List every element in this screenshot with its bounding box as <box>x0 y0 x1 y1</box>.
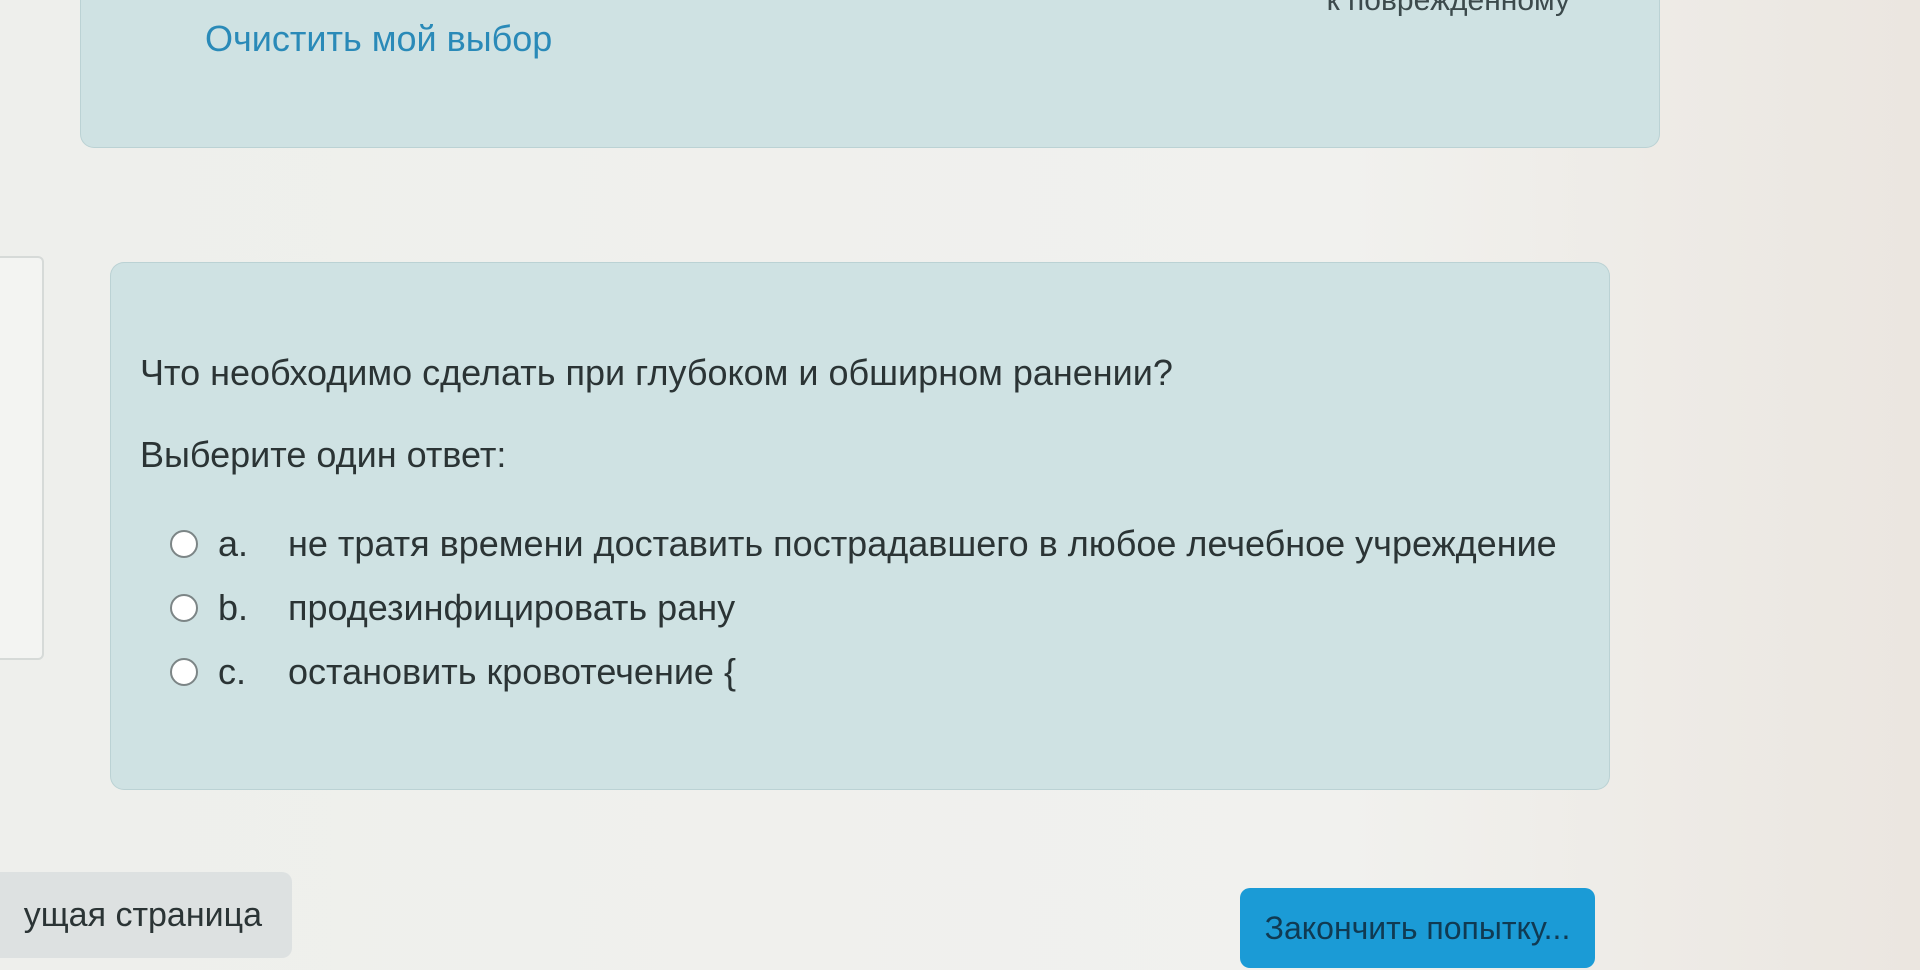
quiz-page: к поврежденному Очистить мой выбор Что н… <box>0 0 1920 970</box>
answer-letter: a. <box>218 523 249 564</box>
question-text: Что необходимо сделать при глубоком и об… <box>140 352 1173 393</box>
answer-letter: b. <box>218 587 249 628</box>
answer-option-a[interactable]: a. не тратя времени доставить пострадавш… <box>170 512 1557 576</box>
answer-option-b[interactable]: b. продезинфицировать рану <box>170 576 1557 640</box>
previous-question-card: к поврежденному Очистить мой выбор <box>80 0 1660 148</box>
answer-option-c[interactable]: c. остановить кровотечение { <box>170 640 1557 704</box>
answer-list: a. не тратя времени доставить пострадавш… <box>170 512 1557 704</box>
finish-attempt-button[interactable]: Закончить попытку... <box>1240 888 1595 968</box>
previous-answer-text: к поврежденному <box>1326 0 1570 17</box>
question-card: Что необходимо сделать при глубоком и об… <box>110 262 1610 790</box>
clear-choice-link[interactable]: Очистить мой выбор <box>205 18 552 60</box>
radio-button-b[interactable] <box>170 594 198 622</box>
answer-text: продезинфицировать рану <box>288 587 736 628</box>
answer-text: остановить кровотечение { <box>288 651 736 692</box>
answer-prompt: Выберите один ответ: <box>140 434 507 475</box>
answer-text: не тратя времени доставить пострадавшего… <box>288 523 1557 564</box>
radio-button-a[interactable] <box>170 530 198 558</box>
answer-letter: c. <box>218 651 247 692</box>
previous-page-button[interactable]: ущая страница <box>0 872 292 958</box>
question-navigation-panel-edge <box>0 256 44 660</box>
radio-button-c[interactable] <box>170 658 198 686</box>
